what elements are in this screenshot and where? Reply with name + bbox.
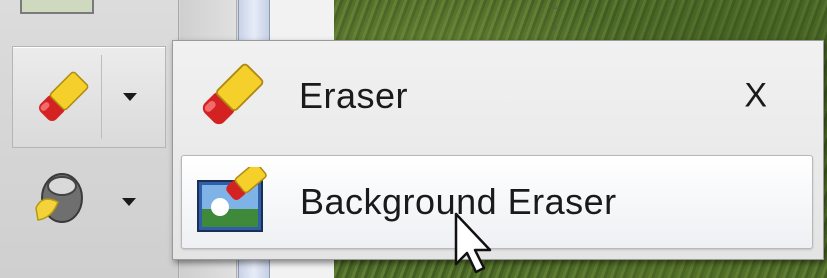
ruler-tick: -: [588, 2, 593, 18]
paint-bucket-icon[interactable]: [28, 168, 90, 230]
background-eraser-icon: [197, 167, 267, 232]
tool-button-partial[interactable]: [20, 0, 94, 14]
keyboard-shortcut: X: [744, 76, 767, 115]
menu-item-eraser[interactable]: Eraser X: [181, 53, 811, 139]
chevron-down-icon[interactable]: [122, 198, 136, 206]
tool-panel: [0, 0, 179, 278]
menu-item-background-eraser[interactable]: Background Eraser: [181, 155, 813, 249]
ruler-tick: -: [588, 22, 593, 38]
ruler-tick: °: [552, 2, 558, 18]
eraser-icon: [202, 63, 264, 125]
eraser-dropdown-menu: Eraser X Background Eraser: [172, 40, 824, 260]
menu-item-label: Eraser: [299, 75, 409, 116]
ruler-tick: °: [552, 22, 558, 38]
split-divider: [101, 55, 102, 139]
chevron-down-icon[interactable]: [123, 93, 137, 101]
eraser-icon: [39, 71, 89, 121]
mouse-cursor-icon: [454, 212, 492, 274]
eraser-tool-button[interactable]: [12, 46, 166, 148]
